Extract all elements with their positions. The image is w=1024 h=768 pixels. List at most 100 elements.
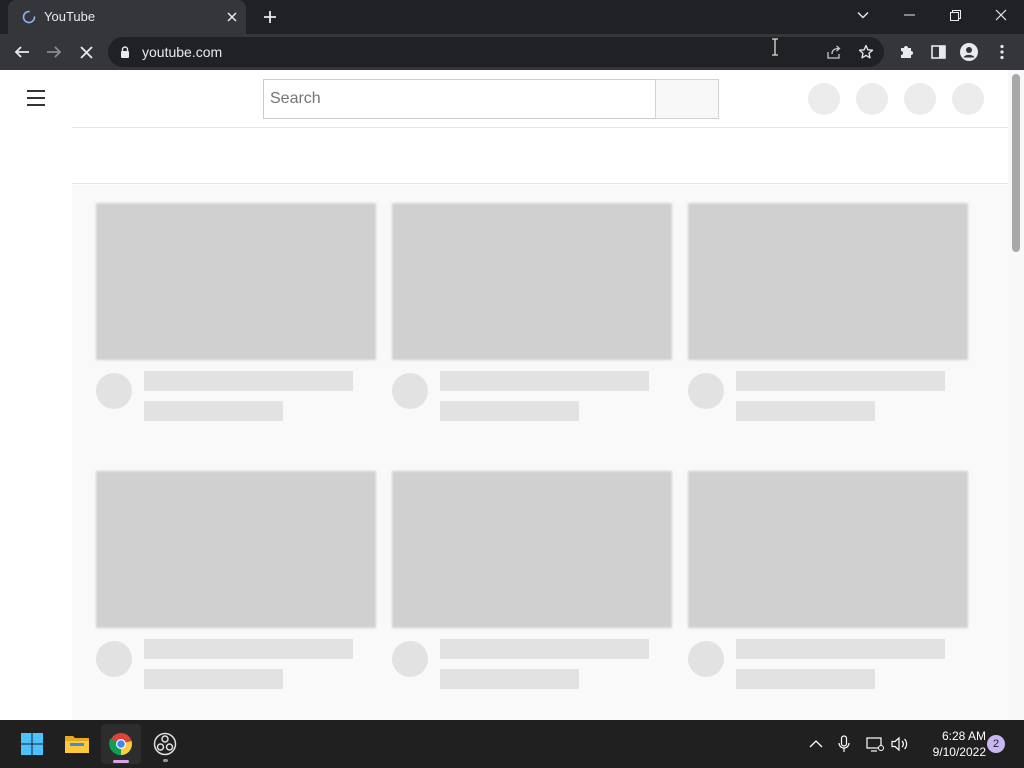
scrollbar-thumb[interactable] [1012, 74, 1020, 252]
title-line-placeholder [440, 371, 649, 391]
thumbnail-placeholder [688, 203, 968, 360]
extensions-button[interactable] [892, 38, 920, 66]
thumbnail-placeholder [688, 471, 968, 628]
minimize-icon [903, 14, 915, 16]
title-line-placeholder [440, 639, 649, 659]
meta-line-placeholder [736, 669, 875, 689]
back-button[interactable] [8, 38, 36, 66]
screen: YouTube youtube.com Search 6:28 AM 9/10/… [0, 0, 1024, 768]
notification-badge[interactable]: 2 [987, 735, 1005, 753]
speaker-icon [891, 736, 908, 752]
minimize-button[interactable] [886, 0, 932, 30]
search-button[interactable] [655, 79, 719, 119]
file-explorer-button[interactable] [57, 724, 97, 764]
avatar-placeholder[interactable] [952, 83, 984, 115]
browser-toolbar: youtube.com [0, 34, 1024, 70]
profile-button[interactable] [955, 38, 983, 66]
channel-avatar-placeholder [688, 373, 724, 409]
tab-close-button[interactable] [222, 7, 242, 27]
puzzle-icon [901, 46, 913, 58]
chevron-up-icon [809, 740, 823, 748]
address-bar[interactable]: youtube.com [108, 37, 884, 67]
microphone-tray-button[interactable] [834, 734, 854, 754]
obs-icon [153, 732, 177, 756]
meta-line-placeholder [736, 401, 875, 421]
header-icon-placeholder[interactable] [856, 83, 888, 115]
windows-logo-icon [21, 733, 43, 755]
search-input[interactable] [263, 79, 656, 119]
plus-icon [264, 11, 276, 23]
share-button[interactable] [823, 41, 845, 63]
system-clock[interactable]: 6:28 AM 9/10/2022 [914, 728, 986, 760]
header-icon-placeholder[interactable] [808, 83, 840, 115]
tab-youtube[interactable]: YouTube [8, 0, 246, 34]
thumbnail-placeholder [96, 471, 376, 628]
profile-icon [960, 43, 978, 61]
channel-avatar-placeholder [392, 641, 428, 677]
channel-avatar-placeholder [688, 641, 724, 677]
folder-icon [65, 736, 89, 753]
youtube-header [0, 70, 1008, 126]
star-icon [858, 44, 874, 59]
active-app-indicator [113, 760, 129, 763]
thumbnail-placeholder [392, 203, 672, 360]
network-tray-button[interactable] [865, 734, 885, 754]
meta-line-placeholder [440, 401, 579, 421]
url-text[interactable]: youtube.com [142, 44, 222, 60]
stop-loading-button[interactable] [72, 38, 100, 66]
header-icon-placeholder[interactable] [904, 83, 936, 115]
clock-time: 6:28 AM [941, 729, 986, 743]
title-line-placeholder [736, 639, 945, 659]
page-scrollbar[interactable] [1008, 70, 1024, 720]
side-panel-icon [930, 45, 946, 59]
network-icon [866, 737, 884, 752]
page-viewport [0, 70, 1024, 720]
close-icon [227, 12, 237, 22]
arrow-left-icon [14, 46, 29, 58]
title-line-placeholder [144, 639, 353, 659]
meta-line-placeholder [144, 401, 283, 421]
microphone-icon [838, 735, 850, 752]
chrome-icon [109, 733, 133, 756]
side-panel-button[interactable] [924, 38, 952, 66]
lock-icon[interactable] [118, 45, 132, 59]
show-hidden-icons-button[interactable] [806, 734, 826, 754]
loading-spinner-icon [22, 10, 36, 24]
new-tab-button[interactable] [258, 5, 282, 29]
video-grid [72, 185, 1008, 720]
meta-line-placeholder [144, 669, 283, 689]
close-icon [79, 45, 93, 59]
guide-menu-button[interactable] [22, 86, 50, 110]
start-button[interactable] [12, 724, 52, 764]
obs-taskbar-button[interactable] [145, 724, 185, 764]
running-app-indicator [163, 759, 168, 762]
title-line-placeholder [736, 371, 945, 391]
tab-title: YouTube [44, 9, 96, 24]
chevron-down-icon [857, 12, 869, 19]
share-icon [827, 45, 841, 59]
title-line-placeholder [144, 371, 353, 391]
thumbnail-placeholder [96, 203, 376, 360]
channel-avatar-placeholder [96, 641, 132, 677]
forward-button[interactable] [40, 38, 68, 66]
volume-tray-button[interactable] [890, 734, 910, 754]
clock-date: 9/10/2022 [932, 745, 986, 759]
meta-line-placeholder [440, 669, 579, 689]
chip-bar [72, 127, 1008, 184]
channel-avatar-placeholder [96, 373, 132, 409]
channel-avatar-placeholder [392, 373, 428, 409]
restore-icon [949, 9, 961, 21]
arrow-right-icon [47, 46, 62, 58]
bookmark-button[interactable] [855, 41, 877, 63]
close-icon [995, 9, 1007, 21]
thumbnail-placeholder [392, 471, 672, 628]
chrome-menu-button[interactable] [988, 38, 1016, 66]
tab-search-button[interactable] [840, 0, 886, 30]
windows-taskbar: 6:28 AM 9/10/2022 2 [0, 720, 1024, 768]
restore-button[interactable] [932, 0, 978, 30]
tab-strip: YouTube [0, 0, 1024, 34]
text-cursor-icon [772, 38, 778, 56]
close-window-button[interactable] [978, 0, 1024, 30]
menu-icon [27, 90, 45, 92]
chrome-taskbar-button[interactable] [101, 724, 141, 764]
